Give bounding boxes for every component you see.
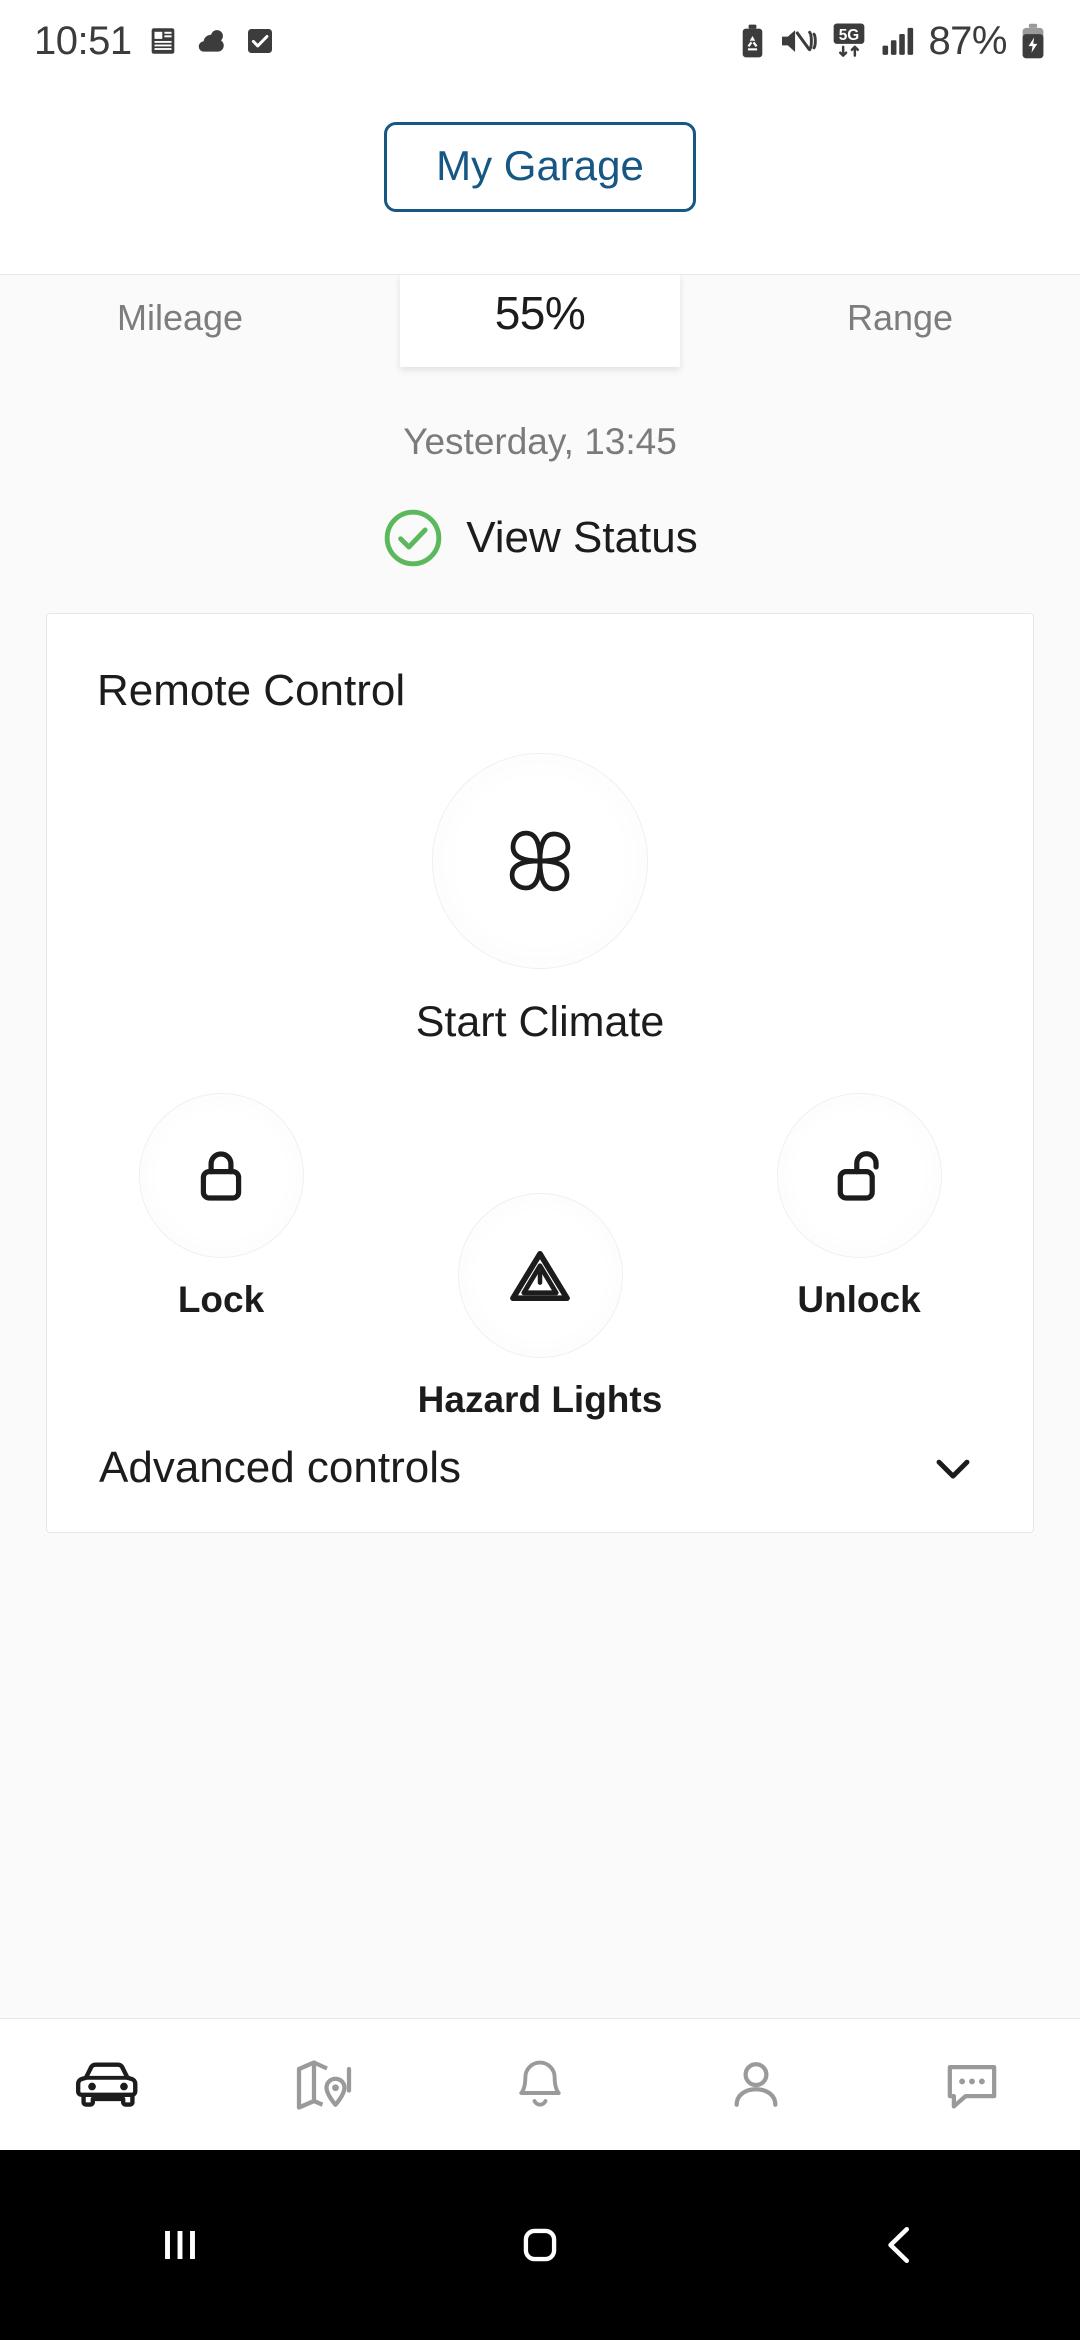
person-icon	[734, 2061, 778, 2107]
mileage-label[interactable]: Mileage	[0, 275, 360, 339]
advanced-controls-row[interactable]: Advanced controls	[47, 1404, 1033, 1532]
weather-cloud-icon	[198, 30, 224, 52]
system-navigation-bar	[0, 2150, 1080, 2340]
hazard-lights-button[interactable]	[458, 1194, 622, 1357]
nav-item-messages[interactable]	[902, 2052, 1042, 2118]
home-icon	[523, 2228, 557, 2262]
start-climate-label: Start Climate	[415, 998, 665, 1046]
main-scroll-area[interactable]: Mileage Range 55% Yesterday, 13:45 View …	[0, 274, 1080, 2018]
status-bar-clock: 10:51	[34, 18, 132, 63]
recents-icon	[165, 2231, 195, 2259]
battery-level-value: 55%	[494, 287, 586, 339]
lock-closed-icon	[200, 1150, 242, 1201]
status-bar-left: 10:51	[34, 19, 276, 64]
hazard-control[interactable]: Hazard Lights	[375, 1194, 705, 1421]
back-icon	[888, 2227, 909, 2263]
mute-vibrate-icon	[782, 30, 818, 53]
nav-item-profile[interactable]	[686, 2052, 826, 2118]
car-icon	[75, 2062, 138, 2107]
svg-text:5G: 5G	[839, 27, 859, 44]
back-button[interactable]	[800, 2195, 1000, 2295]
remote-control-card: Remote Control Start Climate Lock Unlock…	[46, 613, 1034, 1533]
status-bar: 10:51 5G 87%	[0, 0, 1080, 82]
hazard-triangle-icon	[510, 1250, 570, 1301]
5g-network-icon: 5G	[834, 23, 865, 57]
status-check-circle-icon	[384, 509, 442, 567]
unlock-button[interactable]	[777, 1094, 941, 1257]
battery-level-card[interactable]: 55%	[400, 275, 680, 367]
map-pin-icon	[296, 2059, 352, 2110]
unlock-control[interactable]: Unlock	[749, 1094, 969, 1321]
view-status-label: View Status	[466, 513, 698, 562]
advanced-controls-label: Advanced controls	[99, 1443, 461, 1492]
nav-item-map[interactable]	[254, 2050, 394, 2120]
start-climate-control[interactable]: Start Climate	[47, 754, 1033, 1047]
bottom-navigation-bar	[0, 2018, 1080, 2150]
calculator-icon	[151, 28, 174, 54]
nav-item-vehicle[interactable]	[38, 2049, 178, 2121]
range-label[interactable]: Range	[720, 275, 1080, 339]
remote-control-title: Remote Control	[97, 666, 406, 715]
status-bar-right: 5G 87%	[739, 19, 1046, 64]
start-climate-button[interactable]	[433, 754, 647, 968]
battery-percentage-label: 87%	[928, 18, 1007, 63]
nav-item-notifications[interactable]	[470, 2053, 610, 2117]
lock-control[interactable]: Lock	[111, 1094, 331, 1321]
lock-label: Lock	[177, 1279, 265, 1320]
recents-button[interactable]	[80, 2195, 280, 2295]
charging-battery-icon	[1022, 23, 1044, 59]
view-status-row[interactable]: View Status	[0, 507, 1080, 569]
vehicle-stats-row: Mileage Range 55%	[0, 275, 1080, 377]
lock-open-icon	[837, 1150, 879, 1201]
battery-saver-icon	[743, 24, 763, 58]
lock-button[interactable]	[139, 1094, 303, 1257]
home-button[interactable]	[440, 2195, 640, 2295]
fan-climate-icon	[509, 830, 571, 892]
chat-bubble-icon	[947, 2064, 997, 2109]
last-updated-timestamp: Yesterday, 13:45	[403, 421, 677, 462]
app-root: 10:51 5G 87% My Garage Mileage Range 55%…	[0, 0, 1080, 2340]
checkbox-checked-icon	[247, 29, 272, 53]
app-header: My Garage	[0, 82, 1080, 274]
chevron-down-icon[interactable]	[925, 1440, 981, 1496]
unlock-label: Unlock	[797, 1279, 921, 1320]
bell-icon	[519, 2060, 561, 2107]
signal-bars-icon	[882, 27, 914, 55]
my-garage-button[interactable]: My Garage	[384, 122, 696, 212]
